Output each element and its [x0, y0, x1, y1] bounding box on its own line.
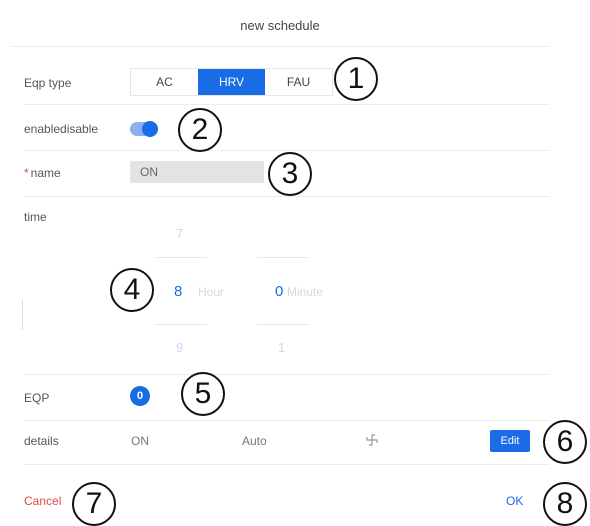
annotation-marker-5: 5	[181, 372, 225, 416]
annotation-marker-3: 3	[268, 152, 312, 196]
schedule-dialog: new schedule Eqp type AC HRV FAU enabled…	[10, 0, 550, 526]
eqp-type-option-ac[interactable]: AC	[131, 69, 198, 95]
hour-unit: Hour	[198, 285, 225, 299]
hour-prev[interactable]: 7	[176, 226, 183, 241]
name-input[interactable]: ON	[130, 161, 264, 183]
annotation-marker-7: 7	[72, 482, 116, 526]
eqp-type-option-fau[interactable]: FAU	[265, 69, 332, 95]
ok-button[interactable]: OK	[506, 494, 523, 508]
eqp-type-option-hrv[interactable]: HRV	[198, 69, 265, 95]
enable-label: enabledisable	[24, 122, 99, 136]
dialog-title: new schedule	[10, 0, 550, 47]
annotation-marker-6: 6	[543, 420, 587, 464]
eqp-type-label: Eqp type	[24, 76, 72, 90]
side-accent	[22, 300, 23, 330]
hour-current[interactable]: 8	[174, 283, 182, 300]
divider	[24, 464, 550, 465]
details-mode: ON	[131, 434, 149, 448]
time-label: time	[24, 210, 47, 224]
edit-details-button[interactable]: Edit	[490, 430, 530, 452]
minute-picker-line	[257, 257, 309, 258]
eqp-label: EQP	[24, 391, 50, 405]
minute-picker-line	[257, 324, 309, 325]
annotation-marker-4: 4	[110, 268, 154, 312]
details-label: details	[24, 434, 59, 448]
minute-unit: Minute	[287, 285, 324, 299]
enable-toggle[interactable]	[130, 121, 158, 137]
cancel-button[interactable]: Cancel	[24, 494, 61, 508]
hour-next[interactable]: 9	[176, 340, 183, 355]
divider	[24, 104, 550, 105]
name-label: * name	[24, 166, 61, 180]
minute-current[interactable]: 0	[275, 283, 283, 300]
eqp-count-badge[interactable]: 0	[130, 386, 150, 406]
details-fan-speed: Auto	[242, 434, 267, 448]
divider	[24, 196, 550, 197]
minute-next[interactable]: 1	[278, 340, 285, 355]
divider	[24, 150, 550, 151]
hour-picker-line	[155, 324, 207, 325]
hour-picker-line	[155, 257, 207, 258]
divider	[24, 420, 550, 421]
annotation-marker-2: 2	[178, 108, 222, 152]
eqp-type-segmented-control: AC HRV FAU	[130, 68, 333, 96]
divider	[24, 374, 550, 375]
name-label-text: name	[30, 166, 61, 180]
fan-icon	[366, 434, 378, 446]
annotation-marker-1: 1	[334, 57, 378, 101]
toggle-knob	[142, 121, 158, 137]
required-asterisk: *	[24, 166, 29, 180]
annotation-marker-8: 8	[543, 482, 587, 526]
